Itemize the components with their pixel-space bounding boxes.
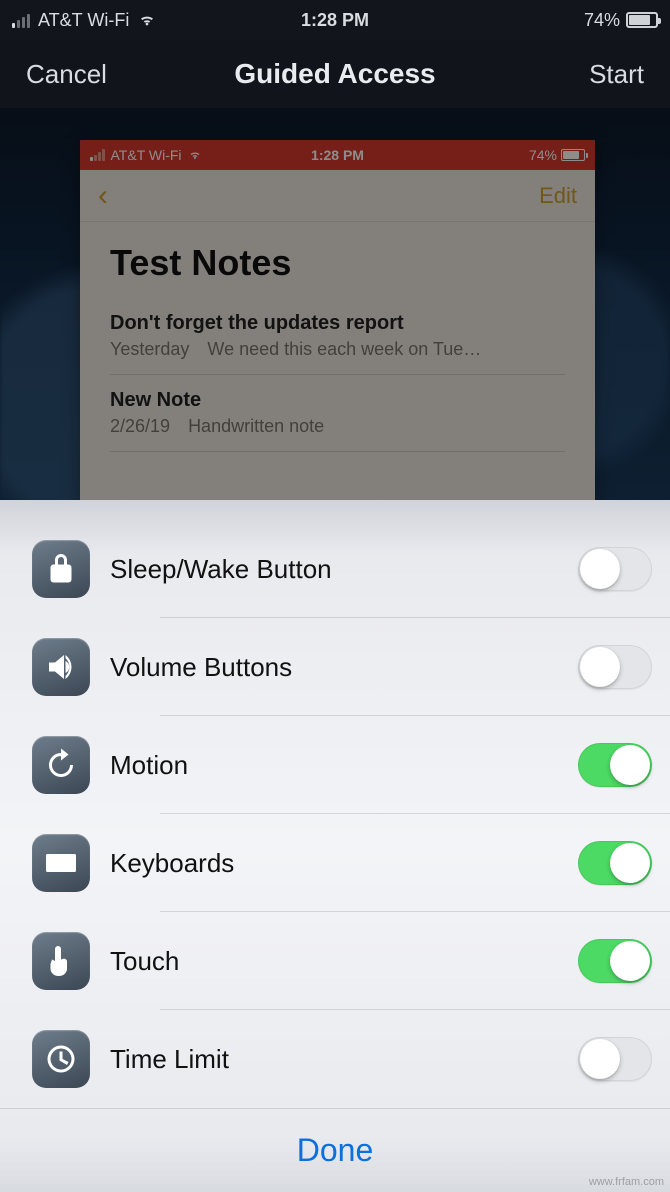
watermark: www.frfam.com bbox=[589, 1176, 664, 1188]
options-sheet: Sleep/Wake Button Volume Buttons Motion Key… bbox=[0, 500, 670, 1192]
timer-icon bbox=[32, 1030, 90, 1088]
toggle-keyboard[interactable] bbox=[578, 841, 652, 885]
touch-icon bbox=[32, 932, 90, 990]
dim-overlay bbox=[0, 108, 670, 530]
option-label: Motion bbox=[110, 750, 542, 781]
option-label: Touch bbox=[110, 946, 542, 977]
guided-access-nav: Cancel Guided Access Start bbox=[0, 40, 670, 108]
toggle-touch[interactable] bbox=[578, 939, 652, 983]
option-label: Time Limit bbox=[110, 1044, 542, 1075]
lock-icon bbox=[32, 540, 90, 598]
toggle-lock[interactable] bbox=[578, 547, 652, 591]
option-row-keyboard: Keyboards bbox=[0, 814, 670, 912]
option-row-motion: Motion bbox=[0, 716, 670, 814]
keyboard-icon bbox=[32, 834, 90, 892]
status-bar: AT&T Wi-Fi 1:28 PM 74% bbox=[0, 0, 670, 40]
option-row-lock: Sleep/Wake Button bbox=[0, 520, 670, 618]
done-bar: Done bbox=[0, 1108, 670, 1192]
option-row-timer: Time Limit bbox=[0, 1010, 670, 1108]
option-label: Keyboards bbox=[110, 848, 542, 879]
battery-icon bbox=[626, 12, 658, 28]
status-time: 1:28 PM bbox=[0, 10, 670, 31]
option-row-touch: Touch bbox=[0, 912, 670, 1010]
toggle-timer[interactable] bbox=[578, 1037, 652, 1081]
options-list: Sleep/Wake Button Volume Buttons Motion Key… bbox=[0, 500, 670, 1108]
cancel-button[interactable]: Cancel bbox=[26, 59, 107, 90]
option-label: Volume Buttons bbox=[110, 652, 542, 683]
start-button[interactable]: Start bbox=[589, 59, 644, 90]
option-label: Sleep/Wake Button bbox=[110, 554, 542, 585]
done-button[interactable]: Done bbox=[297, 1132, 374, 1169]
motion-icon bbox=[32, 736, 90, 794]
toggle-volume[interactable] bbox=[578, 645, 652, 689]
volume-icon bbox=[32, 638, 90, 696]
option-row-volume: Volume Buttons bbox=[0, 618, 670, 716]
toggle-motion[interactable] bbox=[578, 743, 652, 787]
